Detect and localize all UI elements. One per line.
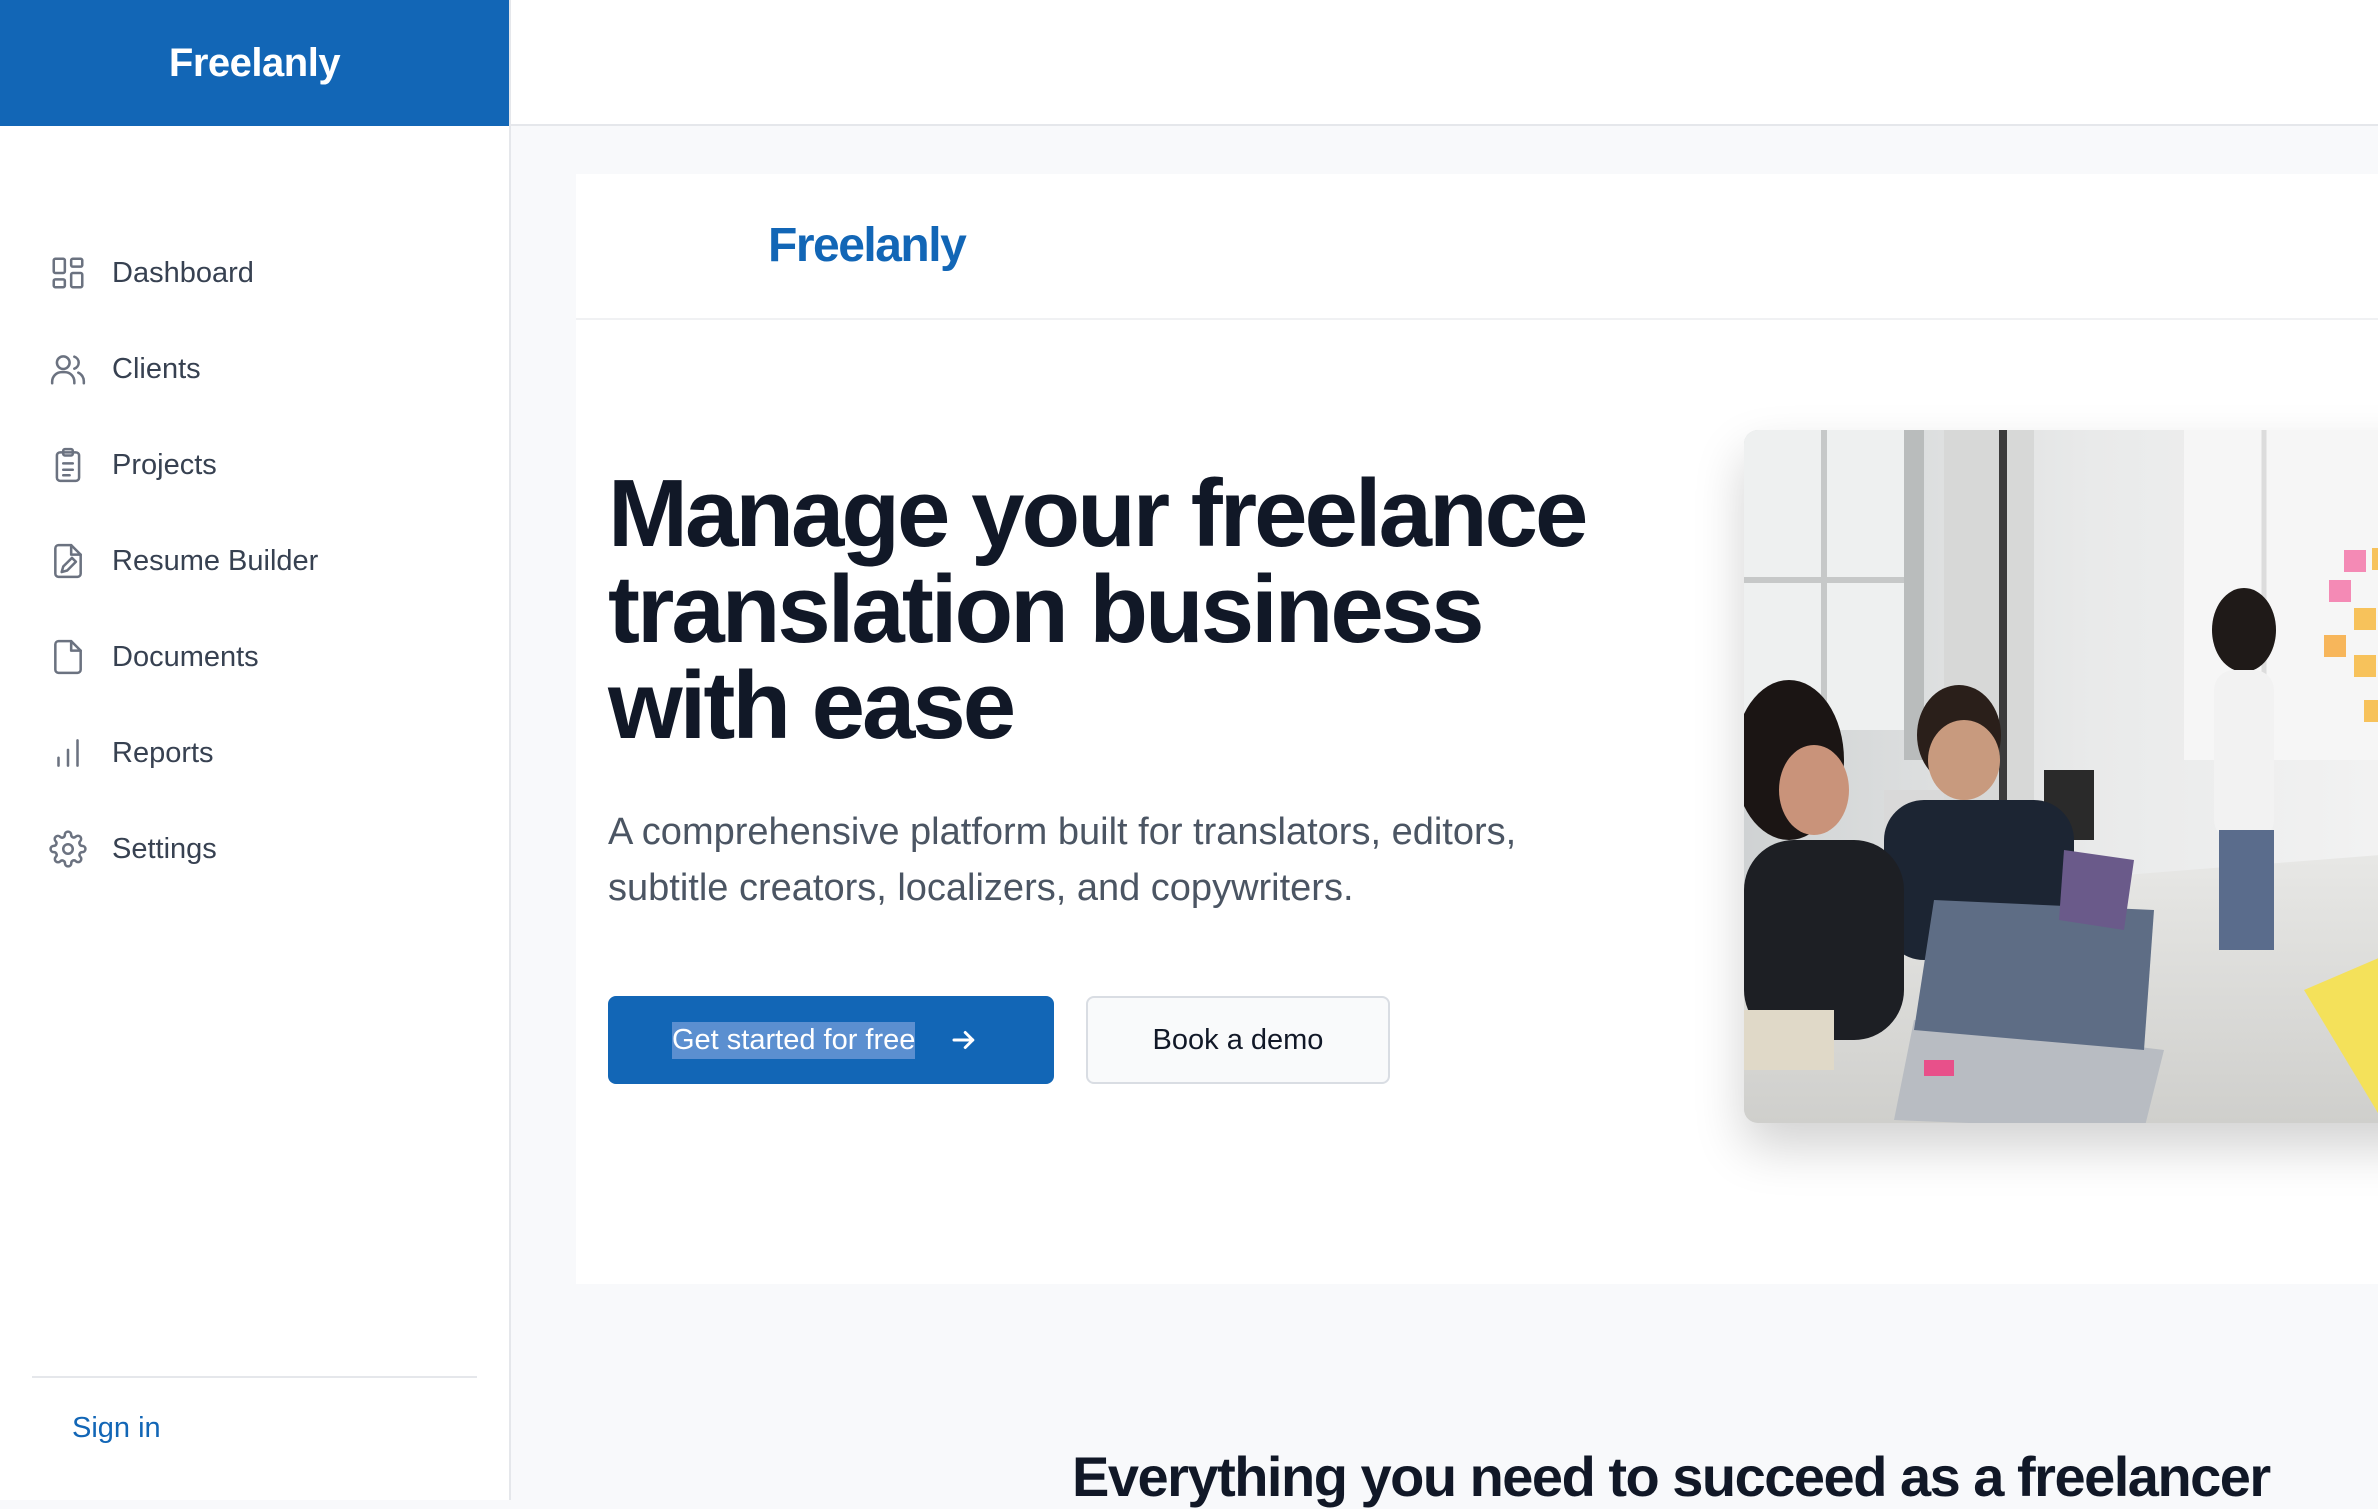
sidebar-item-dashboard[interactable]: Dashboard: [0, 225, 509, 321]
top-bar: [511, 0, 2378, 126]
sidebar-item-reports[interactable]: Reports: [0, 705, 509, 801]
sidebar-item-label: Dashboard: [112, 256, 254, 289]
sidebar-item-resume-builder[interactable]: Resume Builder: [0, 513, 509, 609]
hero-image: [1744, 430, 2378, 1123]
features-heading: Everything you need to succeed as a free…: [1072, 1445, 2271, 1508]
book-demo-button[interactable]: Book a demo: [1086, 996, 1390, 1084]
sidebar-item-clients[interactable]: Clients: [0, 321, 509, 417]
sidebar-item-label: Settings: [112, 832, 217, 865]
sidebar-item-documents[interactable]: Documents: [0, 609, 509, 705]
dashboard-icon: [48, 253, 88, 293]
get-started-button[interactable]: Get started for free: [608, 996, 1054, 1084]
sidebar-item-projects[interactable]: Projects: [0, 417, 509, 513]
sidebar-item-label: Projects: [112, 448, 217, 481]
book-demo-label: Book a demo: [1152, 1023, 1324, 1056]
sidebar-brand-bar[interactable]: Freelanly: [0, 0, 509, 126]
get-started-label: Get started for free: [672, 1021, 916, 1059]
arrow-right-icon: [949, 1025, 979, 1055]
hero-title: Manage your freelance translation busine…: [608, 460, 1588, 759]
sidebar-item-label: Clients: [112, 352, 201, 385]
document-icon: [48, 637, 88, 677]
clipboard-icon: [48, 445, 88, 485]
sidebar-divider: [32, 1376, 477, 1378]
hero-subtitle: A comprehensive platform built for trans…: [608, 811, 1517, 909]
users-icon: [48, 349, 88, 389]
gear-icon: [48, 829, 88, 869]
sidebar: Freelanly Dashboard Clients Projects Res…: [0, 0, 511, 1500]
sidebar-item-label: Resume Builder: [112, 544, 319, 577]
sidebar-item-settings[interactable]: Settings: [0, 801, 509, 897]
sidebar-item-label: Reports: [112, 736, 214, 769]
sidebar-nav: Dashboard Clients Projects Resume Builde…: [0, 225, 509, 897]
document-edit-icon: [48, 541, 88, 581]
sidebar-item-label: Documents: [112, 640, 259, 673]
landing-logo[interactable]: Freelanly: [768, 218, 967, 273]
landing-header: Freelanly: [576, 174, 2378, 320]
sign-in-link[interactable]: Sign in: [72, 1412, 161, 1445]
bar-chart-icon: [48, 733, 88, 773]
sidebar-brand-logo[interactable]: Freelanly: [169, 41, 341, 86]
